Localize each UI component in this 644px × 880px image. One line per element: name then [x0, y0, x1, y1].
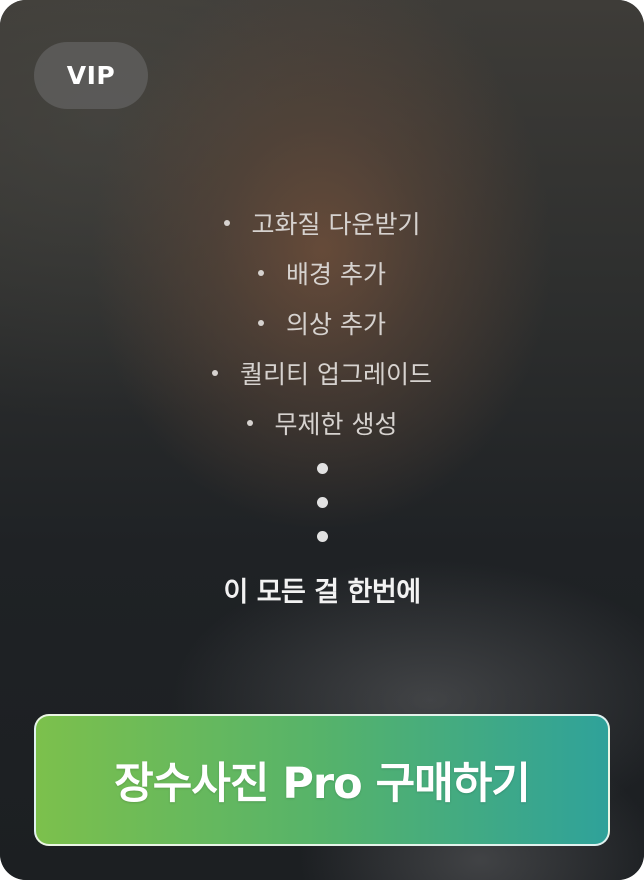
- vip-promo-card: VIP 고화질 다운받기 배경 추가 의상 추가 퀄리티 업그레이드 무제한 생…: [0, 0, 644, 880]
- feature-item: 의상 추가: [0, 298, 644, 348]
- feature-item: 퀄리티 업그레이드: [0, 348, 644, 398]
- feature-list: 고화질 다운받기 배경 추가 의상 추가 퀄리티 업그레이드 무제한 생성: [0, 198, 644, 448]
- feature-item: 배경 추가: [0, 248, 644, 298]
- bullet-icon: [246, 420, 253, 426]
- vip-badge: VIP: [34, 42, 148, 109]
- tagline: 이 모든 걸 한번에: [223, 577, 421, 608]
- feature-item: 무제한 생성: [0, 398, 644, 448]
- bullet-icon: [212, 370, 219, 376]
- feature-label: 고화질 다운받기: [251, 210, 421, 239]
- dot-icon: [316, 497, 328, 508]
- feature-label: 퀄리티 업그레이드: [240, 360, 432, 389]
- dot-icon: [316, 531, 328, 542]
- ellipsis-dots: [0, 463, 644, 565]
- bullet-icon: [258, 320, 265, 326]
- vip-badge-label: VIP: [66, 61, 116, 90]
- feature-item: 고화질 다운받기: [0, 198, 644, 248]
- buy-pro-button-label: 장수사진 Pro 구매하기: [114, 759, 531, 809]
- feature-label: 의상 추가: [286, 310, 386, 339]
- feature-label: 배경 추가: [286, 260, 386, 289]
- bullet-icon: [223, 220, 230, 226]
- buy-pro-button[interactable]: 장수사진 Pro 구매하기: [34, 714, 610, 846]
- bullet-icon: [258, 270, 265, 276]
- feature-label: 무제한 생성: [274, 410, 398, 439]
- dot-icon: [316, 463, 328, 474]
